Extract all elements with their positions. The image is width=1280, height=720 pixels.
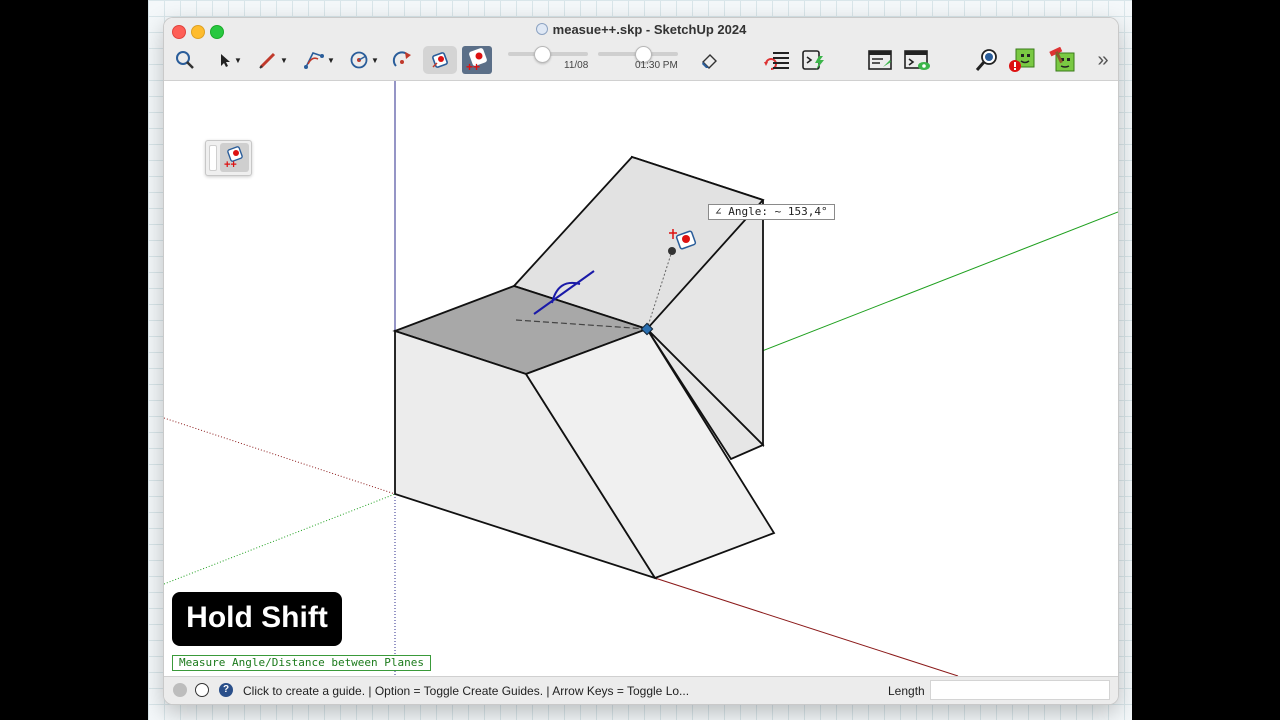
extension-build-button[interactable]	[1047, 46, 1077, 74]
tool-hint-label: Measure Angle/Distance between Planes	[172, 655, 432, 671]
console-eye-icon	[904, 50, 930, 70]
circle-tool-icon	[350, 51, 368, 69]
time-slider[interactable]	[598, 46, 678, 63]
arrow-cursor-icon	[221, 54, 231, 67]
hold-shift-overlay: Hold Shift	[172, 592, 342, 646]
chevron-down-icon: ▼	[280, 55, 288, 65]
floating-measure-toolbar: ++	[205, 140, 252, 176]
credits-icon[interactable]	[195, 683, 209, 697]
inspector-button[interactable]	[972, 46, 1002, 74]
cube-warning-icon	[1009, 48, 1035, 72]
pencil-tool-button[interactable]: ▼	[254, 46, 292, 74]
help-icon[interactable]: ?	[219, 683, 233, 697]
window-title-container: measue++.skp - SketchUp 2024	[164, 22, 1118, 37]
green-axis	[761, 211, 1118, 352]
arc-icon	[304, 52, 325, 69]
rotate-arrow-icon	[392, 51, 411, 67]
window-title: measue++.skp - SketchUp 2024	[552, 22, 747, 37]
chevron-down-icon: ▼	[234, 55, 242, 65]
magnifier-icon	[176, 51, 194, 69]
outliner-button[interactable]	[760, 46, 794, 74]
chevron-down-icon: ▼	[327, 55, 335, 65]
measure-plus-icon: ++	[466, 48, 487, 73]
length-input[interactable]	[930, 680, 1110, 700]
angle-tooltip: ∠ Angle: ~ 153,4°	[708, 204, 835, 220]
measure-plus-plus-tool-button[interactable]: ++	[462, 46, 492, 74]
pencil-icon	[259, 52, 276, 69]
select-tool-button[interactable]: ▼	[212, 46, 248, 74]
measure-tag-icon	[432, 52, 448, 68]
green-axis-negative	[164, 493, 396, 585]
eraser-tool-button[interactable]	[695, 46, 723, 74]
measure-plus-icon: ++	[224, 146, 243, 171]
extension-warning-button[interactable]	[1007, 46, 1037, 74]
date-value: 11/08	[564, 60, 589, 71]
date-slider[interactable]	[508, 46, 588, 63]
status-message: Click to create a guide. | Option = Togg…	[243, 684, 690, 698]
search-target-icon	[975, 49, 997, 71]
length-label: Length	[888, 684, 925, 698]
svg-text:++: ++	[466, 60, 480, 73]
geo-location-icon[interactable]	[173, 683, 187, 697]
console-view-button[interactable]	[902, 46, 932, 74]
time-value: 01:30 PM	[635, 60, 678, 71]
toolbar-grip[interactable]	[209, 145, 217, 171]
arc-tool-button[interactable]: ▼	[299, 46, 339, 74]
cursor-point	[668, 247, 676, 255]
svg-text:++: ++	[224, 159, 237, 171]
toolbar-overflow-button[interactable]: »	[1092, 46, 1114, 74]
red-axis-negative	[164, 417, 396, 495]
document-icon	[535, 23, 548, 35]
floating-measure-button[interactable]: ++	[220, 143, 249, 172]
measure-angle-tool-button[interactable]	[423, 46, 457, 74]
report-edit-icon	[868, 50, 892, 70]
zoom-tool-button[interactable]	[172, 46, 198, 74]
status-bar: ? Click to create a guide. | Option = To…	[164, 676, 1118, 704]
console-bolt-icon	[802, 50, 824, 70]
cube-hammer-icon	[1049, 47, 1075, 72]
shape-tool-button[interactable]: ▼	[346, 46, 382, 74]
report-button[interactable]	[865, 46, 895, 74]
eraser-icon	[702, 54, 717, 69]
ruby-console-button[interactable]	[798, 46, 828, 74]
title-bar: measue++.skp - SketchUp 2024 ▼ ▼ ▼ ▼ ++	[164, 18, 1118, 81]
sketchup-window: measue++.skp - SketchUp 2024 ▼ ▼ ▼ ▼ ++	[164, 18, 1118, 704]
list-refresh-icon	[764, 52, 789, 70]
chevron-down-icon: ▼	[371, 55, 379, 65]
model-viewport[interactable]: ∠ Angle: ~ 153,4° ++ Hold Shift Measure …	[164, 81, 1118, 676]
push-pull-tool-button[interactable]	[390, 46, 416, 74]
model-canvas	[164, 81, 1118, 676]
date-slider-knob[interactable]	[534, 46, 552, 63]
